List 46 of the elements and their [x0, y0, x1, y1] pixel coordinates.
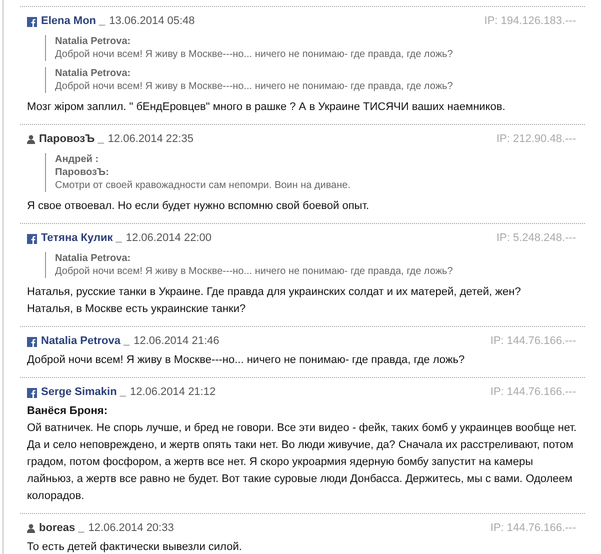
comment-date: 13.06.2014 05:48 [109, 14, 195, 29]
comment-text: Доброй ночи всем! Я живу в Москве---но... ничего не понимаю- где правда, где ложь? [27, 353, 466, 368]
author-link[interactable]: ПаровозЪ [39, 132, 95, 147]
user-icon [27, 135, 35, 144]
quote-text: Доброй ночи всем! Я живу в Москве---но... ничего не понимаю- где правда, где ложь? [55, 48, 454, 61]
comment-text: Ой ватничек. Не спорь лучше, и бред не говори. Все эти видео - фейк, таких бомб у украинцев вообще нет. Да и село неповреждено, и жертв опять таки нет. Во люди живучие, да? Сначала их расстреливают, потом градом, потом фосфором, а жертв все нет. Я скоро укроармия ядерную бомбу запустит на камеры лайньюз, а жертв все равно не будет. Вот такие суровые люди Донбасса. Держитесь, мы с вами. Одолеем колорадов. [27, 421, 578, 504]
quote-author: Natalia Petrova: [55, 67, 132, 80]
ip-address: IP: 144.76.166.--- [490, 334, 577, 349]
author-link[interactable]: Serge Simakin [41, 385, 117, 400]
comment-text: То есть детей фактически вывезли силой. [27, 540, 243, 554]
facebook-icon [27, 16, 37, 26]
comment-text: Я свое отвоевал. Но если будет нужно вспомню свой боевой опыт. [27, 199, 370, 214]
comment-date: 12.06.2014 21:46 [134, 334, 220, 349]
author-link[interactable]: Natalia Petrova [41, 334, 120, 349]
ip-address: IP: 144.76.166.--- [490, 385, 577, 400]
separator: _ [120, 385, 126, 400]
quote-author: Natalia Petrova: [55, 35, 132, 48]
separator: _ [99, 14, 106, 29]
ip-address: IP: 5.248.248.--- [496, 231, 577, 246]
facebook-icon [27, 234, 37, 244]
ip-address: IP: 194.126.183.--- [484, 14, 577, 29]
author-link[interactable]: Тетяна Кулик [41, 231, 113, 246]
separator: _ [98, 132, 104, 147]
quote-author: Natalia Petrova: [55, 252, 132, 265]
facebook-icon [27, 388, 37, 398]
quote-text: Доброй ночи всем! Я живу в Москве---но... ничего не понимаю- где правда, где ложь? [55, 265, 454, 278]
quote-text: Доброй ночи всем! Я живу в Москве---но... ничего не понимаю- где правда, где ложь? [55, 80, 454, 93]
ip-address: IP: 144.76.166.--- [490, 521, 577, 536]
comment-date: 12.06.2014 21:12 [130, 385, 216, 400]
comment-date: 12.06.2014 22:35 [108, 132, 194, 147]
quote-text: Смотри от своей кравожадности сам непомри. Воин на диване. [55, 179, 352, 192]
comment-text: Наталья, русские танки в Украине. Где правда для украинских солдат и их матерей, детей, жен? Наталья, в Москве есть украинские танки? [27, 285, 522, 317]
reply-author: Ванёся Броня: [27, 404, 108, 419]
author-link[interactable]: Elena Mon [41, 14, 96, 29]
separator: _ [116, 231, 122, 246]
separator: _ [123, 334, 130, 349]
quote-author: Андрей : [55, 153, 100, 166]
user-icon [27, 524, 35, 533]
comment-date: 12.06.2014 20:33 [88, 521, 174, 536]
comment-date: 12.06.2014 22:00 [126, 231, 212, 246]
comment-text: Мозг жіром заплил. " бЕндЕровцев" много в рашке ? А в Украине ТИСЯЧИ ваших наемников. [27, 100, 506, 115]
quote-author: ПаровозЪ: [55, 166, 110, 179]
author-link[interactable]: boreas [39, 521, 76, 536]
facebook-icon [27, 336, 37, 346]
separator: _ [78, 521, 84, 536]
ip-address: IP: 212.90.48.--- [496, 132, 577, 147]
